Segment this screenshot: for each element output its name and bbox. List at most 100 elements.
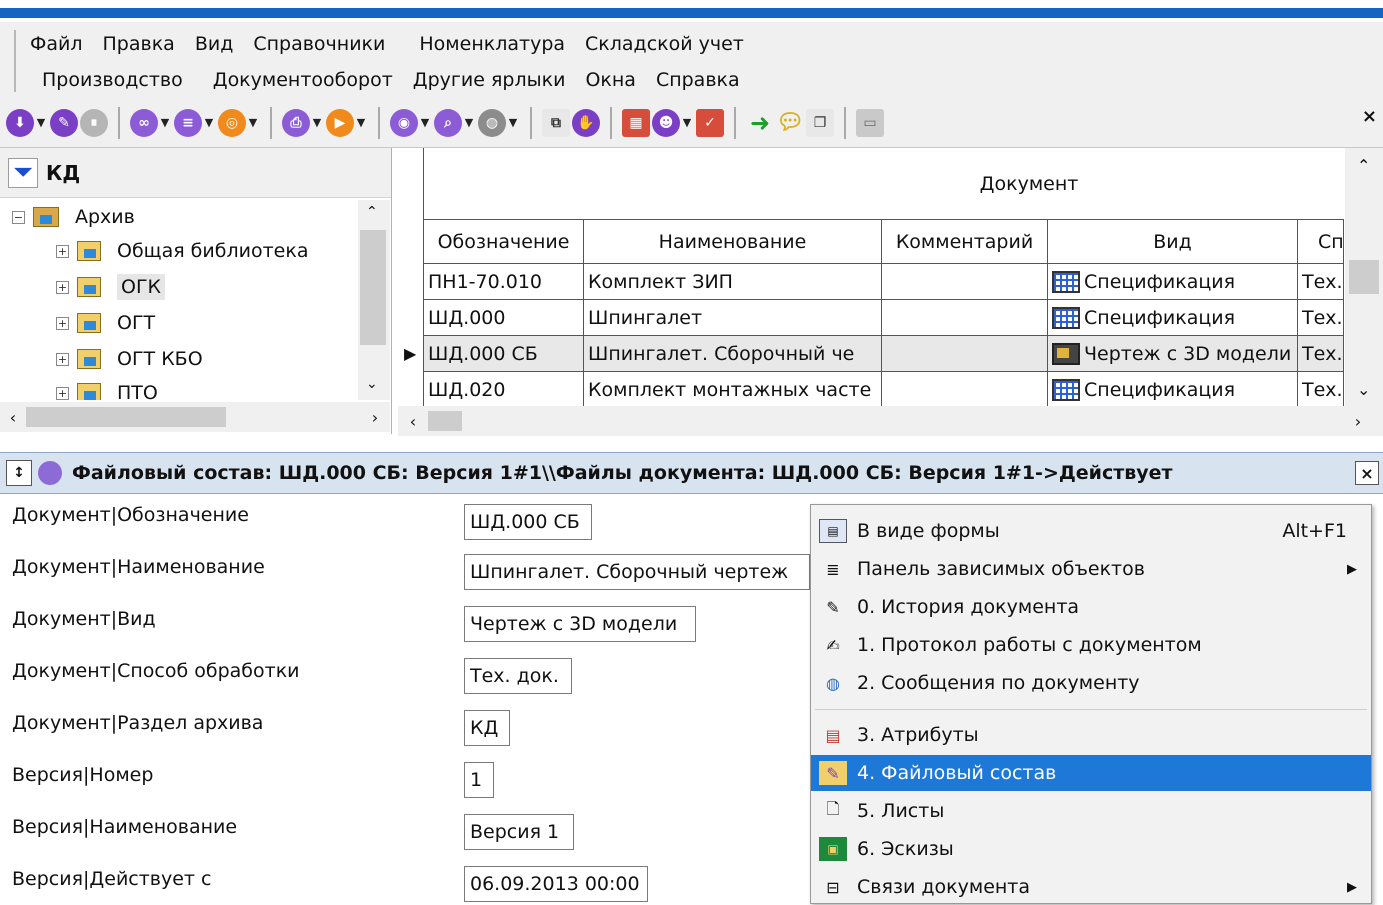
scroll-thumb[interactable] — [360, 230, 386, 345]
expand-icon[interactable]: + — [56, 280, 69, 294]
speech-bubble-icon[interactable]: 💬︎ — [776, 109, 804, 137]
menu-item-dependent-panel[interactable]: ≣ Панель зависимых объектов ▶ — [811, 551, 1371, 587]
tree-node-archive[interactable]: − Архив — [12, 200, 135, 234]
menu-item-sheets[interactable]: 🗋︎ 5. Листы — [811, 793, 1371, 829]
filter-icon[interactable]: ⏷ — [8, 157, 38, 188]
target-icon[interactable]: ◎ — [218, 108, 246, 137]
checklist-icon[interactable]: ✓ — [696, 108, 724, 137]
menu-item-file-composition[interactable]: ✎ 4. Файловый состав — [811, 755, 1371, 791]
close-icon[interactable]: × — [1362, 106, 1377, 127]
menu-directories[interactable]: Справочники — [243, 33, 395, 55]
dropdown-arrow-icon[interactable]: ▼ — [34, 116, 48, 129]
dropdown-arrow-icon[interactable]: ▼ — [418, 116, 432, 129]
table-cell[interactable]: Шпингалет — [584, 300, 882, 336]
expand-icon[interactable]: + — [56, 316, 69, 330]
menu-edit[interactable]: Правка — [93, 33, 185, 55]
globe-icon[interactable]: ◍ — [478, 108, 506, 137]
processing-method-field[interactable]: Тех. док. — [464, 658, 572, 694]
menu-item-history[interactable]: ✎ 0. История документа — [811, 589, 1371, 625]
menu-view[interactable]: Вид — [185, 33, 244, 55]
table-cell[interactable]: Тех. — [1298, 300, 1344, 336]
table-cell[interactable]: Спецификация — [1048, 300, 1298, 336]
tree-horizontal-scrollbar[interactable]: ‹ › — [0, 402, 390, 432]
menu-production[interactable]: Производство — [32, 69, 193, 91]
dropdown-arrow-icon[interactable]: ▼ — [506, 116, 520, 129]
dropdown-arrow-icon[interactable]: ▼ — [354, 116, 368, 129]
column-header-name[interactable]: Наименование — [584, 220, 882, 264]
menu-item-sketches[interactable]: ▣ 6. Эскизы — [811, 831, 1371, 867]
tree-node-general-library[interactable]: + Общая библиотека — [56, 234, 308, 268]
doc-code-field[interactable]: ШД.000 СБ — [464, 504, 592, 540]
menu-other-shortcuts[interactable]: Другие ярлыки — [403, 69, 576, 91]
tree-node-ogt[interactable]: + ОГТ — [56, 306, 155, 340]
download-icon[interactable]: ⬇ — [6, 108, 34, 137]
menu-help[interactable]: Справка — [646, 69, 750, 91]
pause-icon[interactable]: ⏸ — [80, 108, 108, 137]
user-icon[interactable]: ☻ — [652, 108, 680, 137]
doc-kind-field[interactable]: Чертеж с 3D модели — [464, 606, 696, 642]
table-cell[interactable]: Тех. — [1298, 372, 1344, 408]
column-header-comment[interactable]: Комментарий — [882, 220, 1048, 264]
column-header-method[interactable]: Сп — [1298, 220, 1344, 264]
table-cell[interactable] — [882, 372, 1048, 408]
arrow-right-icon[interactable]: ➜ — [746, 109, 774, 137]
expand-icon[interactable]: + — [56, 386, 69, 400]
play-icon[interactable]: ▶ — [326, 108, 354, 137]
menu-nomenclature[interactable]: Номенклатура — [409, 33, 575, 55]
chevron-left-icon[interactable]: ‹ — [398, 412, 428, 431]
version-number-field[interactable]: 1 — [464, 762, 494, 798]
menu-item-as-form[interactable]: ▤ В виде формы Alt+F1 — [811, 513, 1371, 549]
list-icon[interactable]: ≡ — [174, 108, 202, 137]
table-cell[interactable]: Комплект монтажных часте — [584, 372, 882, 408]
table-cell[interactable]: Тех. — [1298, 336, 1344, 372]
menu-item-document-links[interactable]: ⊟ Связи документа ▶ — [811, 869, 1371, 905]
calendar-icon[interactable]: ▦ — [622, 108, 650, 137]
chevron-right-icon[interactable]: › — [1333, 412, 1383, 431]
column-header-kind[interactable]: Вид — [1048, 220, 1298, 264]
tree-node-ogt-kbo[interactable]: + ОГТ КБО — [56, 342, 203, 376]
dropdown-arrow-icon[interactable]: ▼ — [310, 116, 324, 129]
table-cell[interactable]: Спецификация — [1048, 372, 1298, 408]
menu-docflow[interactable]: Документооборот — [203, 69, 403, 91]
scroll-thumb[interactable] — [26, 407, 226, 427]
dropdown-arrow-icon[interactable]: ▼ — [246, 116, 260, 129]
table-cell[interactable]: Комплект ЗИП — [584, 264, 882, 300]
expand-icon[interactable]: + — [56, 352, 69, 366]
tree-node-pto[interactable]: + ПТО — [56, 376, 158, 400]
table-horizontal-scrollbar[interactable]: ‹ › — [398, 406, 1383, 436]
eye-icon[interactable]: ◉ — [390, 108, 418, 137]
table-cell[interactable] — [882, 264, 1048, 300]
search-icon[interactable]: ⌕ — [434, 108, 462, 137]
collapse-icon[interactable]: − — [12, 210, 25, 224]
print-icon[interactable]: ⎙ — [282, 108, 310, 137]
chevron-right-icon[interactable]: › — [360, 408, 390, 427]
dropdown-arrow-icon[interactable]: ▼ — [158, 116, 172, 129]
menu-item-attributes[interactable]: ▤ 3. Атрибуты — [811, 717, 1371, 753]
table-vertical-scrollbar[interactable]: ⌃ ⌄ — [1345, 148, 1383, 406]
version-date-field[interactable]: 06.09.2013 00:00 — [464, 866, 648, 902]
docs-icon[interactable]: ❐ — [806, 108, 834, 137]
table-cell[interactable]: ШД.020 — [424, 372, 584, 408]
doc-name-field[interactable]: Шпингалет. Сборочный чертеж — [464, 554, 810, 590]
dock-toggle-icon[interactable]: ↕ — [6, 460, 32, 486]
table-cell[interactable]: ШД.000 СБ — [424, 336, 584, 372]
link-icon[interactable]: ∞ — [130, 108, 158, 137]
close-panel-button[interactable]: × — [1355, 461, 1379, 485]
table-cell[interactable]: Тех. — [1298, 264, 1344, 300]
dropdown-arrow-icon[interactable]: ▼ — [680, 116, 694, 129]
tree-vertical-scrollbar[interactable]: ⌃ ⌄ — [358, 200, 390, 400]
dropdown-arrow-icon[interactable]: ▼ — [462, 116, 476, 129]
menu-windows[interactable]: Окна — [575, 69, 646, 91]
table-cell[interactable]: Шпингалет. Сборочный че — [584, 336, 882, 372]
hand-icon[interactable]: ✋ — [572, 108, 600, 137]
chevron-down-icon[interactable]: ⌄ — [366, 376, 378, 392]
table-cell[interactable]: ПН1-70.010 — [424, 264, 584, 300]
menu-grip[interactable] — [14, 30, 16, 92]
menu-file[interactable]: Файл — [20, 33, 93, 55]
table-cell[interactable] — [882, 336, 1048, 372]
column-header-code[interactable]: Обозначение — [424, 220, 584, 264]
table-cell[interactable]: Чертеж с 3D модели — [1048, 336, 1298, 372]
chevron-left-icon[interactable]: ‹ — [0, 408, 26, 427]
chevron-down-icon[interactable]: ⌄ — [1357, 380, 1370, 399]
version-name-field[interactable]: Версия 1 — [464, 814, 574, 850]
